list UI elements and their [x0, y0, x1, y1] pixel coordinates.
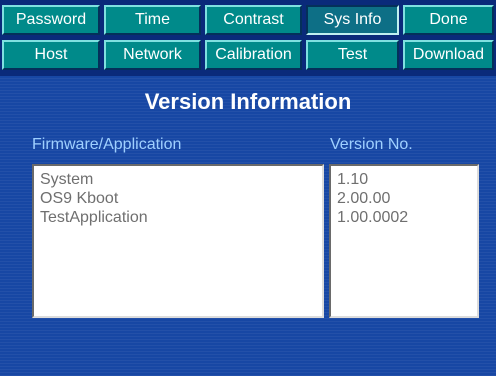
tab-done[interactable]: Done — [403, 5, 494, 35]
version-panel: Version Information Firmware/Application… — [0, 76, 496, 376]
tab-host[interactable]: Host — [2, 40, 100, 70]
tab-time[interactable]: Time — [104, 5, 201, 35]
list-item[interactable]: TestApplication — [40, 208, 316, 227]
list-item[interactable]: 2.00.00 — [337, 189, 471, 208]
list-item[interactable]: System — [40, 170, 316, 189]
tab-sys-info[interactable]: Sys Info — [306, 5, 399, 35]
version-list[interactable]: 1.10 2.00.00 1.00.0002 — [329, 164, 479, 318]
firmware-column-header: Firmware/Application — [32, 136, 182, 153]
tab-download[interactable]: Download — [403, 40, 494, 70]
tab-bar: Password Time Contrast Sys Info Done Hos… — [0, 0, 496, 76]
list-item[interactable]: 1.00.0002 — [337, 208, 471, 227]
sys-info-screen: Password Time Contrast Sys Info Done Hos… — [0, 0, 496, 383]
tab-test[interactable]: Test — [306, 40, 399, 70]
page-title: Version Information — [144, 89, 352, 114]
tab-calibration[interactable]: Calibration — [205, 40, 302, 70]
list-item[interactable]: 1.10 — [337, 170, 471, 189]
tab-network[interactable]: Network — [104, 40, 201, 70]
firmware-list[interactable]: System OS9 Kboot TestApplication — [32, 164, 324, 318]
list-item[interactable]: OS9 Kboot — [40, 189, 316, 208]
tab-contrast[interactable]: Contrast — [205, 5, 302, 35]
tab-password[interactable]: Password — [2, 5, 100, 35]
version-column-header: Version No. — [330, 136, 413, 153]
